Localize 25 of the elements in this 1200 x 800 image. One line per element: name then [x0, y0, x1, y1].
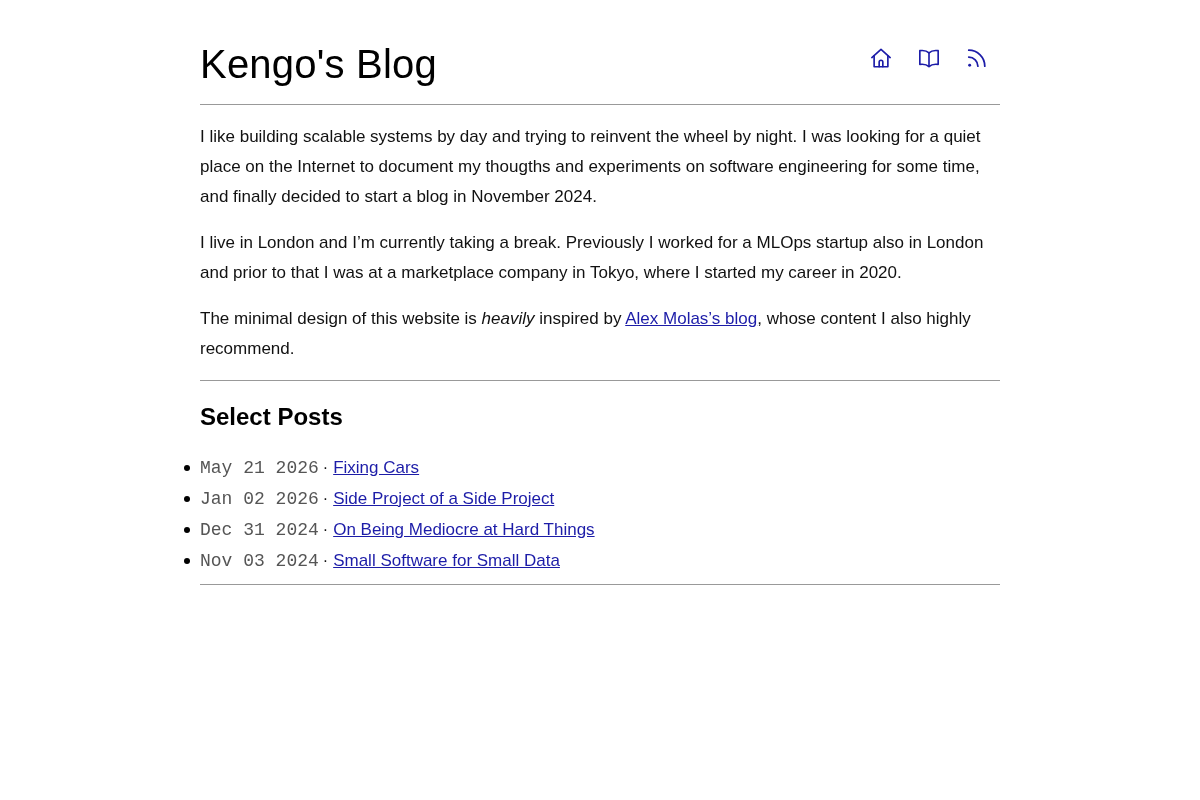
post-date: Dec 31 2024: [200, 519, 319, 540]
bullet-icon: [184, 464, 190, 471]
bullet-icon: [184, 495, 190, 502]
separator-text: ·: [322, 551, 329, 570]
site-title: Kengo's Blog: [200, 41, 437, 88]
separator-text: ·: [322, 458, 329, 477]
post-date: May 21 2026: [200, 457, 319, 478]
blog-link[interactable]: Alex Molas’s blog: [625, 309, 758, 328]
separator-text: ·: [322, 489, 329, 508]
post-date: Nov 03 2024: [200, 550, 319, 571]
separator-text: ·: [322, 520, 329, 539]
post-link[interactable]: Small Software for Small Data: [333, 550, 560, 571]
post-link[interactable]: Fixing Cars: [333, 457, 420, 478]
intro-paragraph: I like building scalable systems by day and trying to reinvent the wheel by night. I was looking for a quiet place on the Internet to document my thougths and experiments on software engineering for some time, and finally decided to start a blog in November 2024.: [200, 126, 982, 208]
book-icon[interactable]: [918, 47, 940, 69]
intro-paragraph: I live in London and I’m currently taking a break. Previously I worked for a MLOps startup also in London and prior to that I was at a marketplace company in Tokyo, where I started my career in 2020.: [200, 232, 985, 284]
bullet-icon: [184, 557, 190, 564]
post-link[interactable]: On Being Mediocre at Hard Things: [333, 519, 595, 540]
home-icon[interactable]: [870, 47, 892, 69]
bullet-icon: [184, 526, 190, 533]
post-date: Jan 02 2026: [200, 488, 319, 509]
rss-icon[interactable]: [966, 47, 988, 69]
intro-paragraph: The minimal design of this website is heavily inspired by Alex Molas’s blog, whose content I also highly recommend.: [200, 308, 972, 360]
section-heading: Select Posts: [200, 402, 344, 432]
post-link[interactable]: Side Project of a Side Project: [333, 488, 555, 509]
